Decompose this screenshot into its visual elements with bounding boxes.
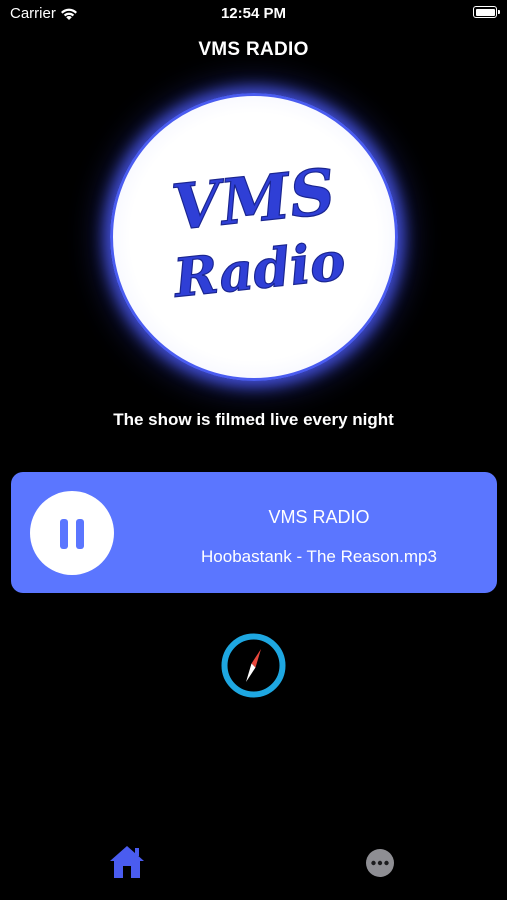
now-playing-card: VMS RADIO Hoobastank - The Reason.mp3 (11, 472, 497, 593)
track-name: Hoobastank - The Reason.mp3 (201, 547, 437, 566)
tagline: The show is filmed live every night (113, 410, 394, 429)
logo-line-1: VMS (169, 154, 339, 245)
compass-icon (221, 633, 286, 698)
battery-icon (473, 6, 500, 18)
station-logo-art: VMS Radio (168, 153, 349, 310)
pause-button[interactable] (30, 491, 114, 575)
home-icon[interactable] (108, 844, 146, 880)
page-title: VMS RADIO (198, 39, 309, 60)
status-bar: Carrier 12:54 PM (0, 0, 507, 30)
pause-icon (60, 519, 68, 549)
status-time: 12:54 PM (220, 5, 287, 22)
pause-icon-bar (76, 519, 84, 549)
compass-button[interactable] (220, 632, 287, 699)
station-name: VMS RADIO (268, 507, 370, 527)
more-icon[interactable] (365, 848, 395, 878)
station-logo: VMS Radio (110, 93, 398, 381)
tab-bar (0, 830, 507, 900)
